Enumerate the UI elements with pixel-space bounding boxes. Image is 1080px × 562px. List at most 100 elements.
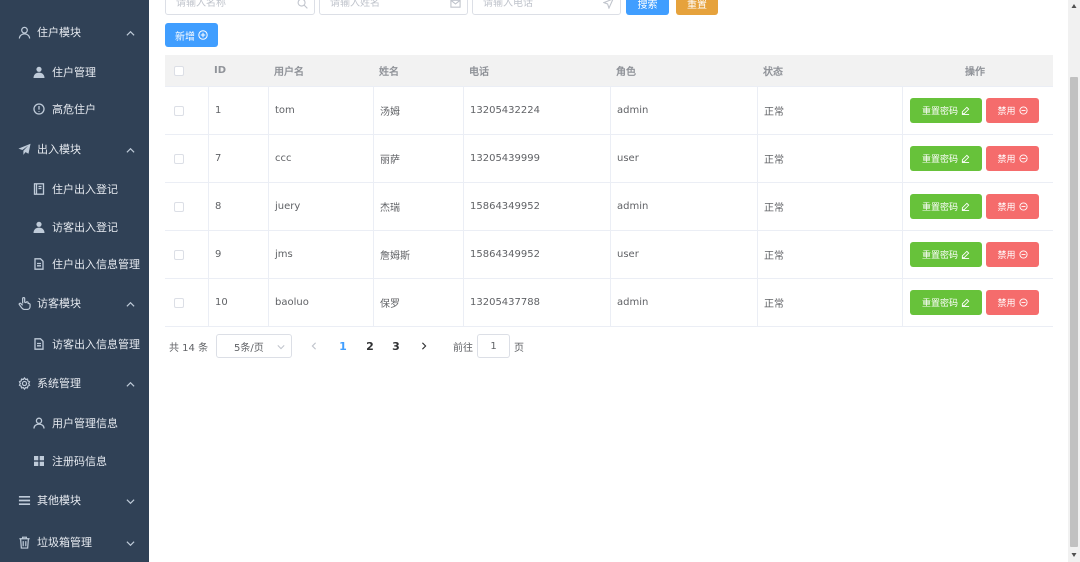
- add-button[interactable]: 新增: [165, 23, 218, 47]
- sidebar-item-high-risk[interactable]: 高危住户: [0, 91, 149, 127]
- phone-search-input[interactable]: [473, 0, 620, 14]
- menu-group-other[interactable]: 其他模块: [0, 481, 149, 519]
- cell-name: 汤姆: [380, 107, 400, 118]
- disable-label: 禁用: [997, 251, 1016, 261]
- scrollbar-thumb[interactable]: [1070, 77, 1078, 547]
- menu-group-trash[interactable]: 垃圾箱管理: [0, 523, 149, 561]
- cell-status: 正常: [764, 251, 784, 262]
- cell-role: user: [617, 249, 639, 260]
- reset-password-label: 重置密码: [921, 299, 958, 309]
- search-button-label: 搜索: [637, 0, 658, 11]
- menu-group-label: 访客模块: [37, 297, 81, 310]
- cell-phone: 13205432224: [470, 105, 540, 116]
- reset-password-label: 重置密码: [921, 203, 958, 213]
- reset-password-button[interactable]: 重置密码: [910, 194, 982, 219]
- user-table: ID 用户名 姓名 电话 角色 状态 操作 1 tom 汤姆 13205432224 a…: [165, 55, 1053, 327]
- row-checkbox[interactable]: [174, 201, 184, 212]
- menu-group-resident[interactable]: 住户模块: [0, 13, 149, 51]
- goto-page-input[interactable]: 1: [477, 334, 510, 358]
- column-header-name: 姓名: [379, 67, 399, 78]
- sidebar-item-user-manage[interactable]: 用户管理信息: [0, 405, 149, 441]
- sidebar-item-resident-access-info[interactable]: 住户出入信息管理: [0, 246, 149, 282]
- cell-phone: 15864349952: [470, 249, 540, 260]
- page-2[interactable]: 2: [360, 334, 380, 358]
- sidebar-item-label: 访客出入登记: [52, 221, 118, 234]
- scroll-up-arrow-icon[interactable]: [1071, 3, 1077, 9]
- cell-id: 8: [215, 201, 222, 212]
- row-checkbox[interactable]: [174, 153, 184, 164]
- cell-phone: 13205439999: [470, 153, 540, 164]
- row-select-cell: [174, 87, 194, 134]
- disable-label: 禁用: [997, 299, 1016, 309]
- menu-group-label: 垃圾箱管理: [37, 536, 92, 549]
- reset-password-button[interactable]: 重置密码: [910, 290, 982, 315]
- document-icon: [33, 258, 45, 270]
- disable-label: 禁用: [997, 107, 1016, 117]
- sidebar-item-label: 用户管理信息: [52, 417, 118, 430]
- disable-button[interactable]: 禁用: [986, 146, 1039, 171]
- next-page-button[interactable]: [414, 334, 434, 358]
- disable-button[interactable]: 禁用: [986, 242, 1039, 267]
- search-button[interactable]: 搜索: [626, 0, 669, 15]
- select-all-checkbox[interactable]: [174, 65, 184, 76]
- reset-button[interactable]: 重置: [676, 0, 718, 15]
- phone-search-field[interactable]: [472, 0, 621, 15]
- scroll-down-arrow-icon[interactable]: [1071, 552, 1077, 558]
- sidebar-item-label: 访客出入信息管理: [52, 338, 140, 351]
- select-all-cell: [174, 55, 194, 86]
- sidebar-item-resident-access-register[interactable]: 住户出入登记: [0, 171, 149, 207]
- name-search-input[interactable]: [166, 0, 314, 14]
- realname-search-field[interactable]: [319, 0, 468, 15]
- row-checkbox[interactable]: [174, 249, 184, 260]
- cell-role: admin: [617, 201, 649, 212]
- vertical-scrollbar[interactable]: [1068, 0, 1080, 562]
- sidebar-item-label: 注册码信息: [52, 455, 107, 468]
- cell-username: juery: [275, 201, 301, 212]
- chevron-up-icon: [126, 28, 135, 37]
- person-icon: [33, 221, 45, 233]
- cell-id: 7: [215, 153, 222, 164]
- menu-group-system[interactable]: 系统管理: [0, 364, 149, 402]
- realname-search-input[interactable]: [320, 0, 467, 14]
- table-row: 10 baoluo 保罗 13205437788 admin 正常 重置密码 禁用: [165, 278, 1053, 326]
- page-1[interactable]: 1: [333, 334, 353, 358]
- send-icon: [18, 143, 31, 156]
- page-3[interactable]: 3: [386, 334, 406, 358]
- page-size-value: 5条/页: [234, 342, 264, 354]
- reset-password-label: 重置密码: [921, 107, 958, 117]
- page-size-select[interactable]: 5条/页: [216, 334, 292, 358]
- circle-minus-icon: [1018, 106, 1028, 115]
- sidebar-item-resident-manage[interactable]: 住户管理: [0, 54, 149, 90]
- table-header: ID 用户名 姓名 电话 角色 状态 操作: [165, 55, 1053, 86]
- notebook-icon: [33, 183, 45, 195]
- edit-icon: [961, 298, 970, 307]
- circle-minus-icon: [1018, 202, 1028, 211]
- user-icon: [33, 417, 45, 429]
- disable-button[interactable]: 禁用: [986, 290, 1039, 315]
- reset-password-button[interactable]: 重置密码: [910, 146, 982, 171]
- row-actions: 重置密码 禁用: [902, 231, 1048, 278]
- sidebar-item-visitor-access-info[interactable]: 访客出入信息管理: [0, 326, 149, 362]
- chevron-up-icon: [126, 379, 135, 388]
- prev-page-button[interactable]: [304, 334, 324, 358]
- name-search-field[interactable]: [165, 0, 315, 15]
- menu-group-visitor[interactable]: 访客模块: [0, 284, 149, 322]
- row-checkbox[interactable]: [174, 297, 184, 308]
- sidebar-item-regcode[interactable]: 注册码信息: [0, 443, 149, 479]
- cell-id: 9: [215, 249, 222, 260]
- reset-password-button[interactable]: 重置密码: [910, 242, 982, 267]
- column-header-actions: 操作: [965, 67, 985, 78]
- row-checkbox[interactable]: [174, 105, 184, 116]
- row-actions: 重置密码 禁用: [902, 87, 1048, 134]
- reset-password-button[interactable]: 重置密码: [910, 98, 982, 123]
- sidebar-item-visitor-access-register[interactable]: 访客出入登记: [0, 209, 149, 245]
- main-content: 搜索 重置 新增 ID 用户名 姓名 电话 角色 状态 操作 1tom汤姆132…: [149, 0, 1068, 562]
- menu-group-access[interactable]: 出入模块: [0, 130, 149, 168]
- edit-icon: [961, 106, 970, 115]
- reset-button-label: 重置: [687, 0, 707, 11]
- chevron-left-icon: [311, 342, 316, 350]
- cell-status: 正常: [764, 203, 784, 214]
- edit-icon: [961, 250, 970, 259]
- disable-button[interactable]: 禁用: [986, 194, 1039, 219]
- disable-button[interactable]: 禁用: [986, 98, 1039, 123]
